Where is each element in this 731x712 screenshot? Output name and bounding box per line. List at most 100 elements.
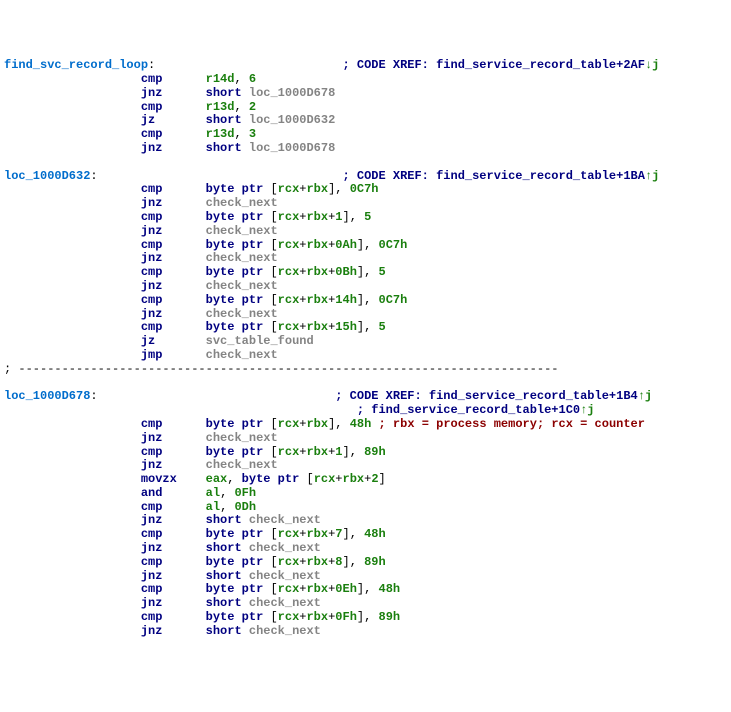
operand-num: 6 (249, 72, 256, 86)
mnemonic: jz (141, 113, 155, 127)
operand-num: 2 (371, 472, 378, 486)
operand-num: 89h (364, 445, 386, 459)
operand-num: 1 (335, 210, 342, 224)
mnemonic: cmp (141, 265, 163, 279)
operand-op: , (220, 500, 234, 514)
operand-kw: byte ptr (206, 265, 271, 279)
operand-kw: byte ptr (206, 582, 271, 596)
operand-num: 3 (249, 127, 256, 141)
mnemonic: cmp (141, 238, 163, 252)
mnemonic: jnz (141, 196, 163, 210)
label-loc-1000d632[interactable]: loc_1000D632 (4, 169, 90, 183)
operand-op: ], (328, 182, 350, 196)
label-find-svc-record-loop[interactable]: find_svc_record_loop (4, 58, 148, 72)
operand-num: 7 (335, 527, 342, 541)
operand-reg: r14d (206, 72, 235, 86)
mnemonic: jnz (141, 624, 163, 638)
operand-op: [ (270, 527, 277, 541)
operand-reg: rcx (278, 182, 300, 196)
operand-num: 0Fh (335, 610, 357, 624)
xref-arrow-up: ↑j (645, 169, 659, 183)
mnemonic: jnz (141, 141, 163, 155)
operand-num: 48h (379, 582, 401, 596)
xref-arrow-down: ↓j (645, 58, 659, 72)
mnemonic: cmp (141, 555, 163, 569)
operand-reg: rbx (306, 445, 328, 459)
operand-num: 14h (335, 293, 357, 307)
operand-kw: byte ptr (206, 555, 271, 569)
operand-reg: rcx (278, 265, 300, 279)
operand-op: + (328, 610, 335, 624)
mnemonic: cmp (141, 100, 163, 114)
mnemonic: cmp (141, 210, 163, 224)
operand-reg: rcx (278, 610, 300, 624)
operand-num: 5 (379, 265, 386, 279)
operand-op: [ (270, 555, 277, 569)
operand-target: check_next (206, 307, 278, 321)
operand-op: ], (343, 445, 365, 459)
operand-target: check_next (206, 279, 278, 293)
operand-op: [ (270, 293, 277, 307)
operand-kw: short (206, 113, 249, 127)
operand-num: 0Dh (234, 500, 256, 514)
xref-comment: ; CODE XREF: find_service_record_table+2… (342, 58, 644, 72)
operand-op: ], (343, 555, 365, 569)
operand-reg: rbx (306, 320, 328, 334)
operand-reg: rbx (306, 265, 328, 279)
mnemonic: jnz (141, 513, 163, 527)
mnemonic: jnz (141, 251, 163, 265)
mnemonic: jnz (141, 596, 163, 610)
operand-reg: rbx (306, 293, 328, 307)
operand-reg: rbx (306, 527, 328, 541)
operand-kw: short (206, 86, 249, 100)
mnemonic: jnz (141, 224, 163, 238)
operand-num: 8 (335, 555, 342, 569)
operand-op: ], (357, 293, 379, 307)
operand-kw: byte ptr (206, 320, 271, 334)
operand-num: 15h (335, 320, 357, 334)
xref-arrow-up: ↑j (580, 403, 594, 417)
operand-reg: rbx (306, 417, 328, 431)
mnemonic: jz (141, 334, 155, 348)
xref-arrow-up: ↑j (638, 389, 652, 403)
separator: ; --------------------------------------… (4, 362, 559, 376)
operand-op: + (335, 472, 342, 486)
mnemonic: jnz (141, 431, 163, 445)
operand-target: check_next (249, 513, 321, 527)
mnemonic: cmp (141, 445, 163, 459)
operand-kw: short (206, 596, 249, 610)
operand-kw: short (206, 541, 249, 555)
operand-reg: r13d (206, 127, 235, 141)
operand-op: [ (270, 320, 277, 334)
operand-kw: byte ptr (206, 182, 271, 196)
operand-num: 5 (379, 320, 386, 334)
mnemonic: cmp (141, 127, 163, 141)
mnemonic: jnz (141, 307, 163, 321)
operand-reg: al (206, 500, 220, 514)
operand-target: check_next (206, 431, 278, 445)
operand-num: 48h (364, 527, 386, 541)
label-loc-1000d678[interactable]: loc_1000D678 (4, 389, 90, 403)
mnemonic: cmp (141, 500, 163, 514)
mnemonic: cmp (141, 182, 163, 196)
operand-reg: rcx (278, 582, 300, 596)
mnemonic: cmp (141, 320, 163, 334)
operand-kw: byte ptr (206, 238, 271, 252)
operand-op: [ (270, 265, 277, 279)
operand-num: 0Eh (335, 582, 357, 596)
operand-reg: rcx (278, 293, 300, 307)
operand-target: check_next (249, 624, 321, 638)
operand-reg: rcx (278, 238, 300, 252)
operand-num: 0C7h (350, 182, 379, 196)
operand-reg: rbx (306, 210, 328, 224)
operand-reg: al (206, 486, 220, 500)
operand-reg: rbx (306, 182, 328, 196)
operand-op: [ (306, 472, 313, 486)
operand-reg: rcx (314, 472, 336, 486)
operand-reg: rbx (306, 238, 328, 252)
operand-num: 48h (350, 417, 372, 431)
operand-reg: rbx (343, 472, 365, 486)
operand-num: 0Fh (234, 486, 256, 500)
mnemonic: jmp (141, 348, 163, 362)
operand-target: loc_1000D632 (249, 113, 335, 127)
